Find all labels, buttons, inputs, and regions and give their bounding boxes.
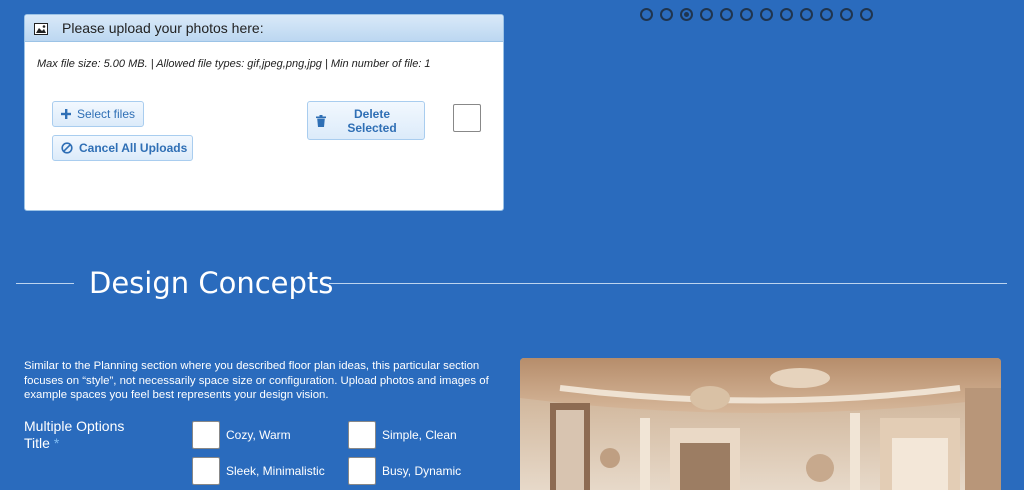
upload-header-title: Please upload your photos here: (62, 20, 264, 36)
cancel-all-uploads-button[interactable]: Cancel All Uploads (52, 135, 193, 161)
design-concept-photo (520, 358, 1001, 490)
carousel-dot[interactable] (720, 8, 733, 21)
option-label: Busy, Dynamic (382, 464, 462, 478)
select-files-button[interactable]: Select files (52, 101, 144, 127)
carousel-dot[interactable] (820, 8, 833, 21)
carousel-pagination (640, 8, 873, 21)
select-files-label: Select files (77, 107, 136, 121)
heading-divider-right (329, 283, 1007, 284)
required-mark: * (53, 435, 60, 451)
option-simple-clean[interactable]: Simple, Clean (348, 421, 457, 449)
carousel-dot[interactable] (860, 8, 873, 21)
carousel-dot[interactable] (800, 8, 813, 21)
carousel-dot[interactable] (680, 8, 693, 21)
ban-icon (61, 142, 73, 154)
option-label: Cozy, Warm (226, 428, 291, 442)
heading-divider-left (16, 283, 74, 284)
delete-selected-button[interactable]: Delete Selected (307, 101, 425, 140)
carousel-dot[interactable] (660, 8, 673, 21)
section-title: Design Concepts (89, 266, 334, 300)
option-label: Simple, Clean (382, 428, 457, 442)
upload-panel: Please upload your photos here: Max file… (24, 14, 504, 211)
select-all-checkbox[interactable] (453, 104, 481, 132)
option-checkbox[interactable] (348, 457, 376, 485)
delete-selected-label: Delete Selected (347, 106, 397, 135)
plus-icon (61, 109, 71, 119)
carousel-dot[interactable] (740, 8, 753, 21)
section-intro: Similar to the Planning section where yo… (24, 360, 489, 401)
carousel-dot[interactable] (780, 8, 793, 21)
option-checkbox[interactable] (348, 421, 376, 449)
option-cozy-warm[interactable]: Cozy, Warm (192, 421, 291, 449)
option-busy-dynamic[interactable]: Busy, Dynamic (348, 457, 461, 485)
options-title-text: Multiple Options Title (24, 418, 125, 451)
upload-header: Please upload your photos here: (25, 15, 503, 42)
option-checkbox[interactable] (192, 421, 220, 449)
option-sleek-minimalistic[interactable]: Sleek, Minimalistic (192, 457, 325, 485)
cancel-all-label: Cancel All Uploads (79, 141, 188, 155)
carousel-dot[interactable] (840, 8, 853, 21)
option-checkbox[interactable] (192, 457, 220, 485)
trash-icon (316, 114, 326, 127)
carousel-dot[interactable] (700, 8, 713, 21)
upload-restrictions: Max file size: 5.00 MB. | Allowed file t… (37, 58, 431, 70)
carousel-dot[interactable] (760, 8, 773, 21)
option-label: Sleek, Minimalistic (226, 464, 325, 478)
options-title: Multiple Options Title * (24, 418, 144, 452)
carousel-dot[interactable] (640, 8, 653, 21)
image-icon (34, 22, 48, 35)
